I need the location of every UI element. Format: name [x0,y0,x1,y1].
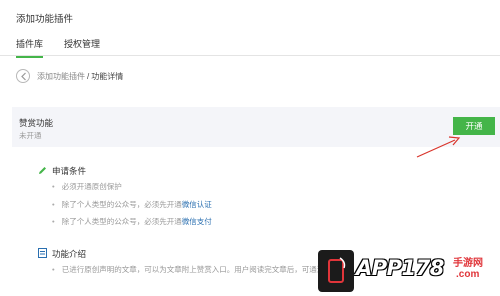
breadcrumb-separator: / [87,72,90,81]
watermark-brand: APP178 [356,256,444,280]
document-icon [38,248,47,260]
requirements-heading: 申请条件 [38,165,86,177]
tab-authorization[interactable]: 授权管理 [64,37,100,50]
requirement-text: 除了个人类型的公众号，必须先开通 [61,200,182,209]
page-title: 添加功能插件 [16,14,74,25]
tab-bar: 插件库 授权管理 [0,32,500,58]
arrow-annotation [416,136,461,158]
back-button[interactable] [16,69,30,83]
breadcrumb-current: 功能详情 [91,72,124,81]
breadcrumb-parent[interactable]: 添加功能插件 [37,72,85,81]
wechat-verify-link[interactable]: 微信认证 [182,200,212,209]
wechat-pay-link[interactable]: 微信支付 [182,217,212,226]
list-item: 已进行原创声明的文章，可以为文章附上赞赏入口。用户阅读完文章后，可通过 [52,264,325,275]
intro-section: 功能介绍 [38,248,86,260]
requirement-text: 除了个人类型的公众号，必须先开通 [61,217,182,226]
feature-status: 未开通 [19,131,42,140]
list-item: 除了个人类型的公众号，必须先开通微信支付 [52,216,212,227]
pencil-icon [38,166,47,177]
enable-button[interactable]: 开通 [453,117,495,135]
feature-name: 赞赏功能 [19,118,54,128]
watermark-sub1: 手游网 [453,258,483,269]
watermark-sub2: .com [456,269,480,280]
intro-title: 功能介绍 [52,249,87,259]
tab-plugin-library[interactable]: 插件库 [16,37,44,58]
intro-heading: 功能介绍 [38,248,86,260]
chevron-left-icon [21,72,26,81]
requirements-section: 申请条件 [38,165,86,177]
requirement-text: 必须开通原创保护 [61,182,122,191]
list-item: 必须开通原创保护 [52,181,122,192]
list-item: 除了个人类型的公众号，必须先开通微信认证 [52,199,212,210]
breadcrumb: 添加功能插件 / 功能详情 [37,71,123,82]
phone-logo-icon [318,250,354,292]
requirements-title: 申请条件 [52,166,87,176]
intro-text: 已进行原创声明的文章，可以为文章附上赞赏入口。用户阅读完文章后，可通过 [61,265,325,274]
site-watermark: APP178 手游网 .com [318,246,500,296]
